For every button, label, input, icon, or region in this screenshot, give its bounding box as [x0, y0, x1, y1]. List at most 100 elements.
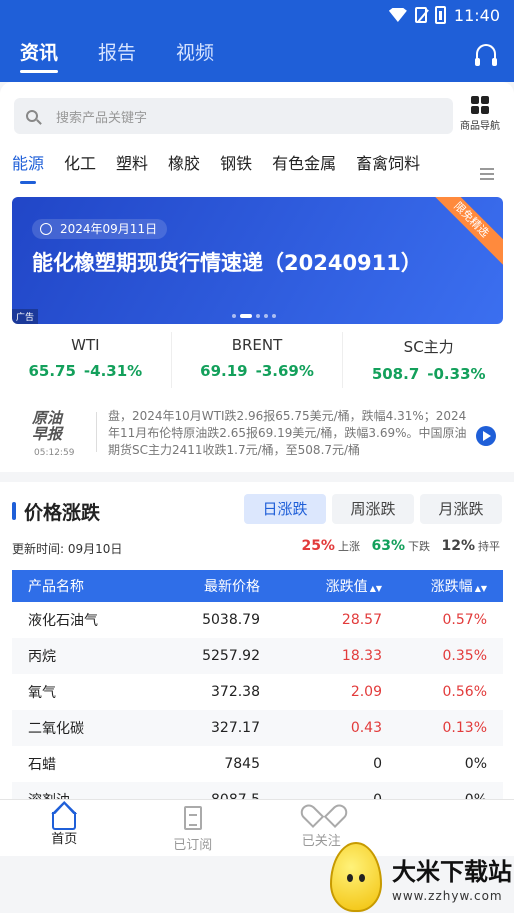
tab-daily[interactable]: 日涨跌	[244, 494, 326, 524]
latest-price: 372.38	[211, 684, 260, 700]
home-icon	[52, 812, 77, 830]
down-label: 下跌	[407, 540, 430, 553]
product-name: 二氧化碳	[28, 721, 84, 737]
change-value: 28.57	[341, 612, 382, 628]
quote-wti[interactable]: WTI 65.75 -4.31%	[0, 332, 172, 388]
flat-label: 持平	[478, 540, 500, 553]
headset-icon[interactable]	[475, 44, 497, 66]
status-bar: 11:40	[0, 0, 514, 30]
quote-change: -0.33%	[427, 365, 486, 383]
table-header: 产品名称 最新价格 涨跌值 ▲▼ 涨跌幅 ▲▼	[12, 570, 503, 602]
search-icon	[26, 110, 38, 122]
category-plastic[interactable]: 塑料	[116, 152, 148, 192]
header-change[interactable]: 涨跌值 ▲▼	[272, 570, 392, 602]
period-tabs: 日涨跌 周涨跌 月涨跌	[244, 494, 502, 524]
crude-morning-logo: 原油 早报	[32, 410, 82, 442]
product-nav-label: 商品导航	[460, 121, 500, 132]
header-pct-label: 涨跌幅	[430, 579, 473, 595]
quote-brent[interactable]: BRENT 69.19 -3.69%	[172, 332, 344, 388]
product-name: 氧气	[28, 685, 56, 701]
header-change-label: 涨跌值	[325, 579, 368, 595]
product-nav-button[interactable]: 商品导航	[458, 96, 502, 132]
mascot-icon	[330, 842, 382, 912]
banner-date: 2024年09月11日	[32, 219, 168, 239]
flat-percent: 12%	[441, 538, 475, 554]
section-title: 价格涨跌	[12, 498, 100, 525]
market-stats: 25% 上涨 63% 下跌 12% 持平	[293, 538, 500, 554]
product-name: 丙烷	[28, 649, 56, 665]
news-time: 05:12:59	[34, 448, 75, 458]
wifi-icon	[388, 8, 407, 22]
table-row[interactable]: 二氧化碳 327.17 0.43 0.13%	[12, 710, 503, 746]
category-steel[interactable]: 钢铁	[220, 152, 252, 192]
latest-price: 327.17	[211, 720, 260, 736]
watermark: 大米下载站 www.zzhyw.com	[330, 841, 514, 913]
no-sim-icon	[414, 7, 427, 23]
section-separator	[0, 472, 514, 482]
tab-subscribed[interactable]: 已订阅	[129, 800, 258, 856]
tab-subscribed-label: 已订阅	[173, 838, 213, 853]
divider	[96, 412, 97, 452]
search-input[interactable]: 搜索产品关键字	[14, 98, 453, 134]
table-row[interactable]: 丙烷 5257.92 18.33 0.35%	[12, 638, 503, 674]
table-row[interactable]: 氧气 372.38 2.09 0.56%	[12, 674, 503, 710]
logo-line-1: 原油	[32, 409, 63, 427]
table-row[interactable]: 液化石油气 5038.79 28.57 0.57%	[12, 602, 503, 638]
play-icon[interactable]	[476, 426, 496, 446]
change-value: 18.33	[341, 648, 382, 664]
quote-strip: WTI 65.75 -4.31% BRENT 69.19 -3.69% SC主力 5…	[0, 332, 514, 388]
quote-change: -4.31%	[83, 362, 143, 380]
carousel-dots	[232, 314, 276, 318]
category-nonferrous[interactable]: 有色金属	[272, 152, 336, 192]
main-content: 搜索产品关键字 商品导航 能源 化工 塑料 橡胶 钢铁 有色金属 畜禽饲料 20…	[0, 82, 514, 856]
watermark-url: www.zzhyw.com	[392, 888, 503, 903]
up-percent: 25%	[301, 538, 335, 554]
change-percent: 0.56%	[442, 684, 487, 700]
news-ticker[interactable]: 原油 早报 05:12:59 盘，2024年10月WTI跌2.96报65.75美…	[0, 400, 514, 466]
sort-icon: ▲▼	[369, 584, 382, 593]
watermark-title: 大米下载站	[392, 857, 512, 886]
header-product: 产品名称	[28, 579, 84, 595]
category-livestock-feed[interactable]: 畜禽饲料	[356, 152, 420, 192]
tab-news[interactable]: 资讯	[20, 38, 59, 73]
table-row[interactable]: 石蜡 7845 0 0%	[12, 746, 503, 782]
change-percent: 0%	[464, 756, 487, 772]
header-price: 最新价格	[204, 579, 260, 595]
banner-title: 能化橡塑期现货行情速递（20240911）	[32, 251, 422, 275]
change-value: 0	[373, 756, 382, 772]
tab-monthly[interactable]: 月涨跌	[420, 494, 502, 524]
top-header: 资讯 报告 视频	[0, 30, 514, 82]
quote-name: SC主力	[403, 338, 454, 356]
document-icon	[183, 806, 202, 830]
ad-label: 广告	[12, 309, 39, 324]
change-percent: 0.57%	[442, 612, 487, 628]
tab-videos[interactable]: 视频	[176, 38, 214, 73]
change-percent: 0.35%	[442, 648, 487, 664]
heart-icon	[310, 806, 332, 826]
quote-price: 69.19	[200, 362, 248, 380]
tab-weekly[interactable]: 周涨跌	[332, 494, 414, 524]
news-text: 盘，2024年10月WTI跌2.96报65.75美元/桶，跌幅4.31%；202…	[108, 409, 467, 457]
logo-line-2: 早报	[32, 425, 63, 443]
quote-sc[interactable]: SC主力 508.7 -0.33%	[343, 332, 514, 388]
tab-home-label: 首页	[51, 832, 78, 847]
quote-price: 508.7	[371, 365, 420, 383]
category-tabs: 能源 化工 塑料 橡胶 钢铁 有色金属 畜禽饲料	[0, 152, 514, 192]
latest-price: 5038.79	[202, 612, 260, 628]
change-value: 0.43	[350, 720, 382, 736]
category-menu-icon[interactable]	[480, 168, 494, 180]
tab-home[interactable]: 首页	[0, 800, 129, 856]
change-value: 2.09	[350, 684, 382, 700]
header-change-pct[interactable]: 涨跌幅 ▲▼	[392, 570, 503, 602]
grid-icon	[471, 96, 489, 114]
banner-ad[interactable]: 2024年09月11日 能化橡塑期现货行情速递（20240911） 限免精选 广…	[12, 197, 503, 324]
down-percent: 63%	[371, 538, 405, 554]
latest-price: 7845	[224, 756, 260, 772]
quote-change: -3.69%	[255, 362, 314, 380]
up-label: 上涨	[337, 540, 360, 553]
category-chemical[interactable]: 化工	[64, 152, 96, 192]
category-energy[interactable]: 能源	[12, 152, 44, 192]
category-rubber[interactable]: 橡胶	[168, 152, 200, 192]
tab-reports[interactable]: 报告	[98, 38, 136, 73]
quote-name: BRENT	[231, 336, 283, 354]
